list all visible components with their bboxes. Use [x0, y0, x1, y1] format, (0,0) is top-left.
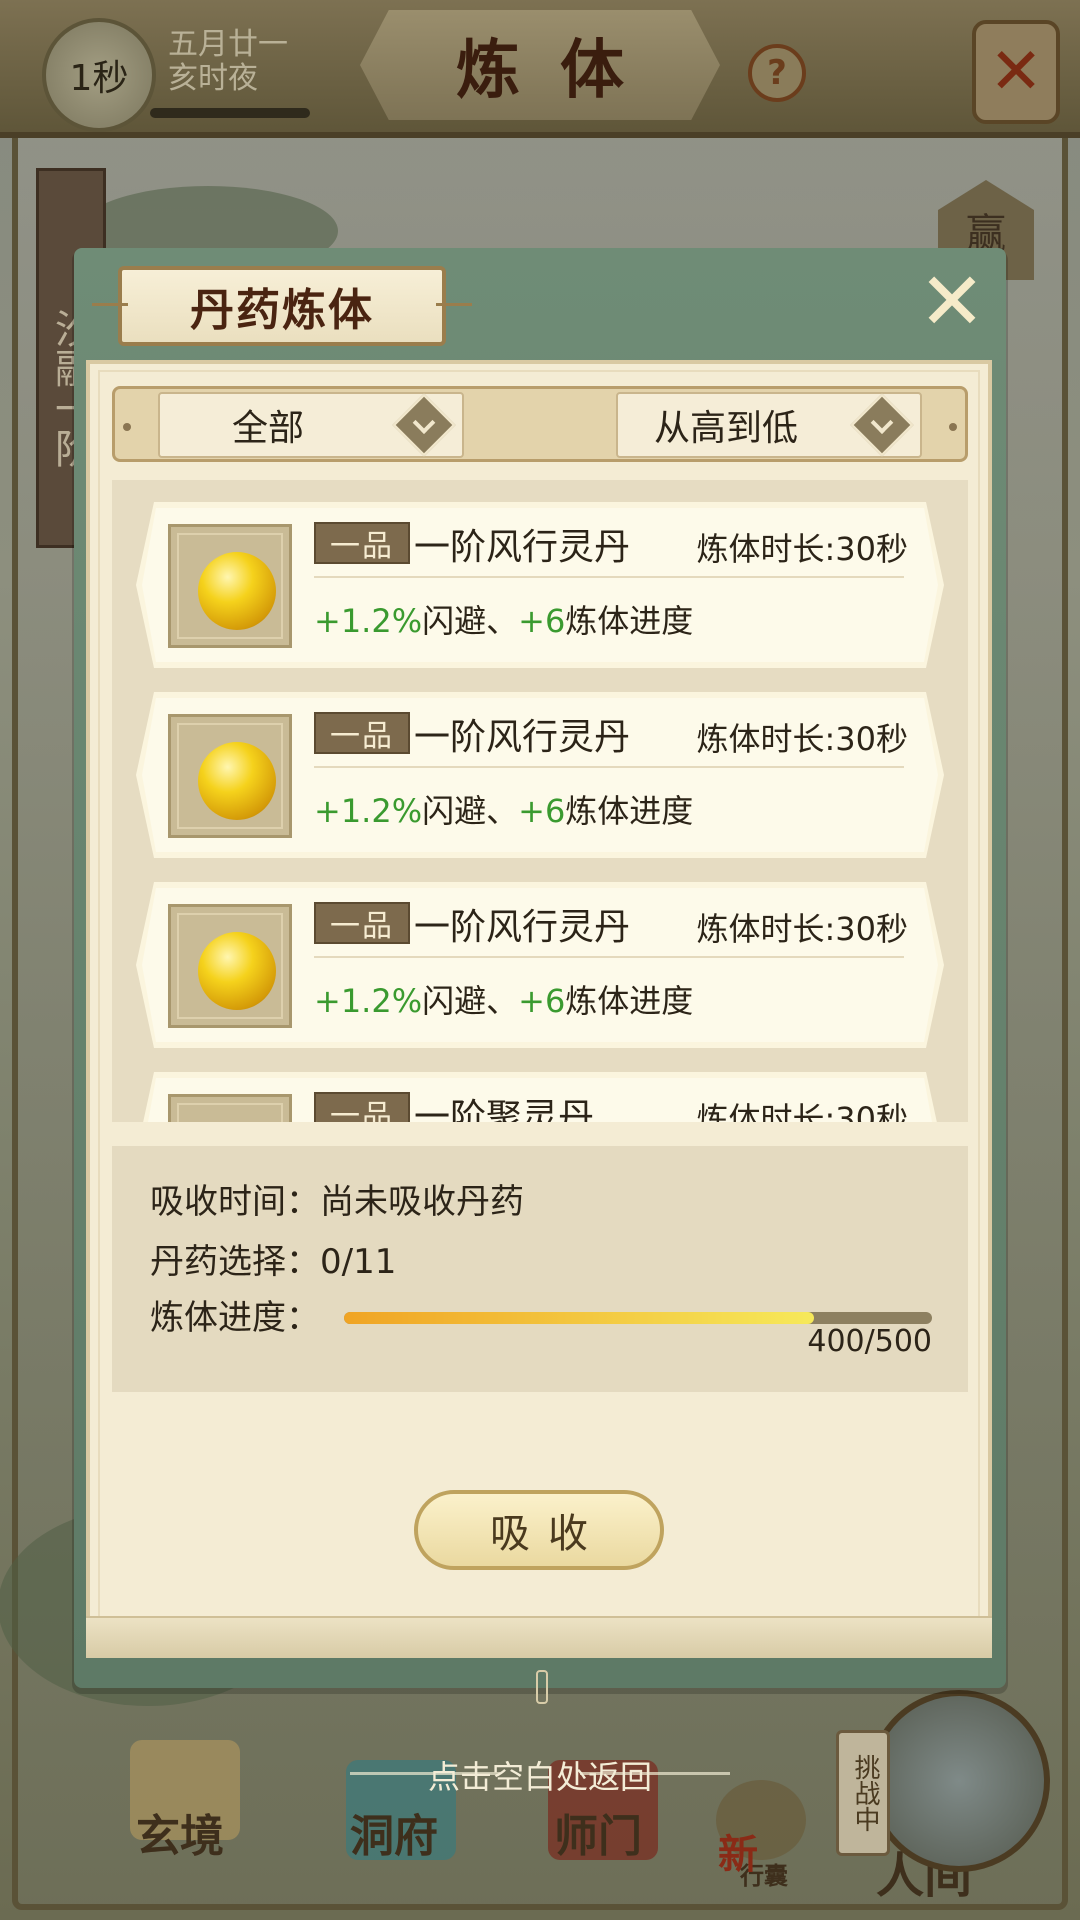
nav-xuanjing[interactable]: 玄境	[136, 1800, 224, 1864]
item-effect: +1.2%闪避、+6炼体进度	[314, 596, 693, 642]
chevron-down-icon	[392, 393, 456, 457]
item-divider	[314, 766, 904, 768]
selection-value: 0/11	[320, 1242, 397, 1282]
item-effect: +1.2%闪避、+6炼体进度	[314, 786, 693, 832]
game-date: 五月廿一 亥时夜	[168, 28, 288, 96]
golden-pill-icon	[198, 932, 276, 1010]
selection-label: 丹药选择：	[150, 1242, 320, 1282]
effect-value-b: +6	[518, 602, 566, 640]
item-icon-frame	[168, 1094, 292, 1122]
item-duration: 炼体时长:30秒	[696, 720, 908, 758]
sort-dropdown[interactable]: 从高到低	[616, 392, 922, 458]
progress-bar	[344, 1312, 932, 1324]
item-name: 一阶风行灵丹	[414, 907, 631, 948]
item-name: 一阶聚灵丹	[414, 1097, 595, 1122]
grade-tag: 一品	[314, 902, 410, 944]
effect-value-b: +6	[518, 982, 566, 1020]
grade-tag: 一品	[314, 1092, 410, 1122]
help-button[interactable]: ?	[748, 44, 806, 102]
date-bar	[150, 108, 310, 118]
date-line-2: 亥时夜	[168, 61, 258, 96]
golden-pill-icon	[198, 742, 276, 820]
item-name: 一阶风行灵丹	[414, 527, 631, 568]
nav-shimen[interactable]: 师门	[554, 1800, 642, 1864]
dialog-title: 丹药炼体	[92, 266, 472, 346]
filter-dot-left	[123, 423, 131, 431]
item-duration: 炼体时长:30秒	[696, 910, 908, 948]
item-effect: +1.2%闪避、+6炼体进度	[314, 976, 693, 1022]
absorb-time-value: 尚未吸收丹药	[320, 1182, 524, 1222]
timer-badge: 1秒	[42, 18, 156, 132]
page-title: 炼体	[360, 10, 720, 120]
list-item[interactable]: 一品 一阶聚灵丹 炼体时长:30秒	[136, 1072, 944, 1122]
absorb-time-label: 吸收时间：	[150, 1182, 320, 1222]
close-icon: ✕	[989, 35, 1043, 109]
dialog-bottom-edge	[86, 1616, 992, 1658]
effect-text-b: 炼体进度	[565, 982, 694, 1020]
top-bar: 1秒 五月廿一 亥时夜 炼体 ? ✕	[0, 0, 1080, 138]
item-name: 一阶风行灵丹	[414, 717, 631, 758]
effect-text-b: 炼体进度	[565, 792, 694, 830]
date-line-1: 五月廿一	[168, 27, 288, 62]
effect-text-a: 闪避、	[422, 602, 519, 640]
filter-dot-right	[949, 423, 957, 431]
dialog-hook	[536, 1670, 548, 1704]
chevron-down-icon	[850, 393, 914, 457]
pill-list[interactable]: 一品 一阶风行灵丹 炼体时长:30秒 +1.2%闪避、+6炼体进度 一品 一阶风…	[112, 480, 968, 1122]
progress-fill	[344, 1312, 815, 1324]
absorb-button[interactable]: 吸收	[414, 1490, 664, 1570]
effect-text-a: 闪避、	[422, 982, 519, 1020]
item-duration: 炼体时长:30秒	[696, 530, 908, 568]
item-duration: 炼体时长:30秒	[696, 1100, 908, 1122]
filter-dropdown[interactable]: 全部	[158, 392, 464, 458]
item-divider	[314, 956, 904, 958]
progress-label: 炼体进度：	[150, 1298, 320, 1338]
grade-tag: 一品	[314, 712, 410, 754]
info-panel: 吸收时间：尚未吸收丹药 丹药选择：0/11 炼体进度： 400/500	[112, 1146, 968, 1392]
effect-value-b: +6	[518, 792, 566, 830]
grade-tag: 一品	[314, 522, 410, 564]
dialog-close-button[interactable]: ✕	[918, 262, 986, 342]
golden-pill-icon	[198, 552, 276, 630]
effect-text-b: 炼体进度	[565, 602, 694, 640]
list-item[interactable]: 一品 一阶风行灵丹 炼体时长:30秒 +1.2%闪避、+6炼体进度	[136, 882, 944, 1048]
absorb-time-row: 吸收时间：尚未吸收丹药	[150, 1174, 524, 1223]
close-icon: ✕	[918, 255, 986, 348]
nav-dongfu[interactable]: 洞府	[350, 1800, 438, 1864]
effect-value-a: +1.2%	[314, 982, 423, 1020]
top-close-button[interactable]: ✕	[972, 20, 1060, 124]
progress-text: 400/500	[807, 1324, 932, 1359]
return-hint[interactable]: 点击空白处返回	[0, 1752, 1080, 1798]
new-badge: 新	[718, 1831, 758, 1878]
list-item[interactable]: 一品 一阶风行灵丹 炼体时长:30秒 +1.2%闪避、+6炼体进度	[136, 502, 944, 668]
filter-dropdown-label: 全部	[231, 408, 304, 449]
item-divider	[314, 576, 904, 578]
sort-dropdown-label: 从高到低	[653, 408, 798, 449]
effect-value-a: +1.2%	[314, 602, 423, 640]
list-item[interactable]: 一品 一阶风行灵丹 炼体时长:30秒 +1.2%闪避、+6炼体进度	[136, 692, 944, 858]
effect-value-a: +1.2%	[314, 792, 423, 830]
selection-row: 丹药选择：0/11	[150, 1234, 396, 1283]
effect-text-a: 闪避、	[422, 792, 519, 830]
